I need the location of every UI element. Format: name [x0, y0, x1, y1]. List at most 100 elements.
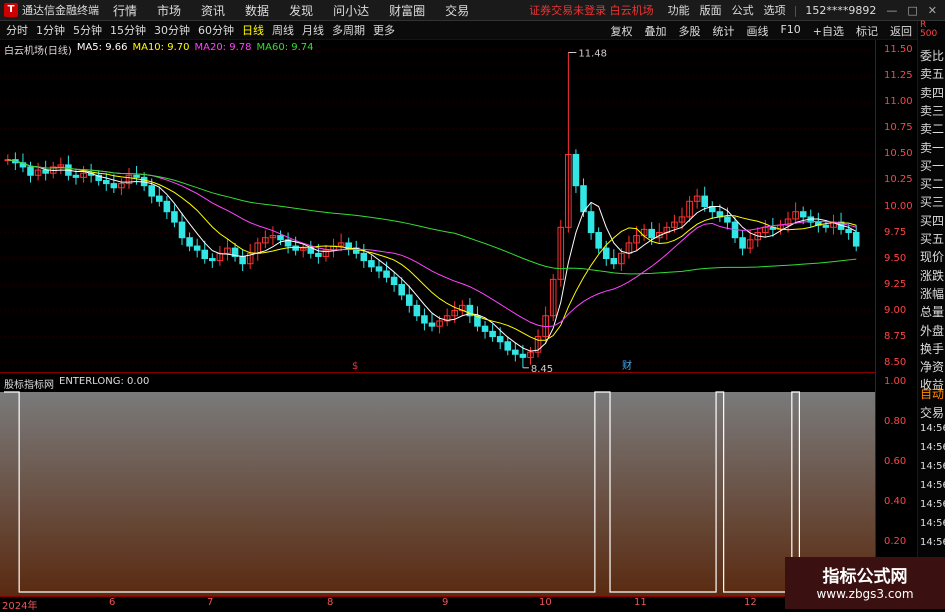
period-tab-2[interactable]: 5分钟	[73, 22, 102, 38]
side-label-8: 买三	[920, 195, 945, 210]
main-menu-item-6[interactable]: 财富圈	[389, 4, 425, 18]
date-tick-6: 11	[634, 597, 647, 608]
main-menu-item-2[interactable]: 资讯	[201, 4, 225, 18]
side-label-7: 买二	[920, 177, 945, 192]
candle-body	[580, 185, 587, 213]
period-tab-6[interactable]: 日线	[242, 22, 264, 38]
candle-body	[481, 325, 489, 332]
side-label-11: 现价	[920, 250, 945, 265]
toolbar-button-2[interactable]: 多股	[675, 22, 703, 40]
price-tick-1: 11.25	[884, 70, 913, 82]
candle-body	[148, 185, 156, 197]
main-menu-item-1[interactable]: 市场	[157, 4, 181, 18]
period-tab-10[interactable]: 更多	[373, 22, 395, 38]
candle-body	[72, 174, 80, 178]
candle-body	[360, 252, 368, 262]
side-lower-label-6: 14:56	[920, 499, 945, 510]
candle-body	[368, 260, 375, 268]
period-tab-0[interactable]: 分时	[6, 22, 28, 38]
candle-body	[27, 166, 34, 176]
enterlong-indicator[interactable]	[0, 374, 875, 596]
toolbar-button-1[interactable]: 叠加	[641, 22, 669, 40]
toolbar-button-0[interactable]: 复权	[607, 22, 635, 40]
maximize-icon[interactable]: □	[907, 4, 917, 17]
side-label-17: 净资	[920, 360, 945, 375]
toolbar-button-5[interactable]: F10	[777, 22, 803, 40]
legend-ma60: MA60: 9.74	[256, 42, 314, 53]
period-toolbar: 分时 1分钟 5分钟 15分钟 30分钟 60分钟 日线 周线 月线 多周期 更多 复权 叠加 多股 统计…	[0, 21, 917, 40]
candle-body	[595, 232, 602, 249]
candle-body	[239, 255, 246, 265]
event-marker-2: 财	[622, 359, 632, 372]
candle-body	[171, 211, 178, 223]
price-tick-7: 9.75	[884, 226, 907, 238]
side-lower-label-0[interactable]: 自动	[920, 385, 944, 402]
price-tick-3: 10.75	[884, 122, 913, 134]
sub-legend-value: ENTERLONG: 0.00	[59, 376, 150, 387]
period-tab-4[interactable]: 30分钟	[154, 22, 190, 38]
app-logo-icon: T	[4, 3, 18, 17]
price-tick-6: 10.00	[884, 200, 913, 212]
side-label-14: 总量	[920, 305, 945, 320]
title-bar: T 通达信金融终端 行情 市场 资讯 数据 发现 问小达 财富圈 交易 证券交易未登录 白云机…	[0, 0, 945, 21]
candle-body	[587, 211, 595, 234]
legend-ma20: MA20: 9.78	[194, 42, 252, 53]
legend-ma10: MA10: 9.70	[132, 42, 190, 53]
right-menu-item-0[interactable]: 功能	[668, 2, 690, 18]
close-icon[interactable]: ✕	[928, 4, 937, 17]
period-tab-1[interactable]: 1分钟	[36, 22, 65, 38]
candle-body	[739, 237, 746, 249]
period-tab-3[interactable]: 15分钟	[110, 22, 146, 38]
ma20-line	[7, 159, 857, 328]
candle-body	[133, 174, 140, 178]
candle-body	[178, 221, 186, 239]
candle-body	[405, 294, 413, 306]
candle-body	[193, 245, 201, 251]
main-chart[interactable]: 11.48 8.45 $ 财 白云机场(日线) MA5: 9.66 MA10: 9.7…	[0, 40, 875, 375]
side-lower-label-5: 14:56	[920, 480, 945, 491]
main-menu-item-7[interactable]: 交易	[445, 4, 469, 18]
right-menu-item-2[interactable]: 公式	[732, 2, 754, 18]
price-tick-9: 9.25	[884, 278, 907, 290]
candle-body	[724, 216, 731, 223]
toolbar-button-7[interactable]: 标记	[853, 22, 881, 40]
period-tab-5[interactable]: 60分钟	[198, 22, 234, 38]
candle-body	[110, 183, 118, 189]
side-label-9: 买四	[920, 213, 945, 228]
toolbar-button-8[interactable]: 返回	[887, 22, 915, 40]
side-label-15: 外盘	[920, 323, 945, 338]
date-tick-0: 2024年	[2, 601, 38, 612]
right-menu-item-3[interactable]: 选项	[764, 2, 786, 18]
candle-body	[375, 266, 383, 272]
candle-body	[610, 258, 618, 265]
side-label-4: 卖二	[920, 122, 945, 137]
account-label[interactable]: 152****9892	[805, 4, 876, 17]
candle-body	[489, 330, 496, 338]
login-warning[interactable]: 证券交易未登录 白云机场	[529, 2, 654, 18]
side-label-13: 涨幅	[920, 286, 945, 301]
right-menu-item-1[interactable]: 版面	[700, 2, 722, 18]
candle-body	[648, 228, 655, 239]
indicator-chart[interactable]: 股标指标网 ENTERLONG: 0.00	[0, 374, 875, 596]
period-tab-8[interactable]: 月线	[302, 22, 324, 38]
toolbar-button-6[interactable]: +自选	[810, 22, 847, 40]
period-tab-7[interactable]: 周线	[272, 22, 294, 38]
toolbar-button-3[interactable]: 统计	[709, 22, 737, 40]
sub-legend: 股标指标网 ENTERLONG: 0.00	[4, 376, 149, 391]
main-menu-item-5[interactable]: 问小达	[333, 4, 369, 18]
candle-body	[822, 224, 830, 228]
toolbar-button-4[interactable]: 画线	[743, 22, 771, 40]
candlestick-chart[interactable]: 11.48 8.45 $ 财	[0, 40, 875, 375]
minimize-icon[interactable]: —	[886, 4, 897, 17]
main-menu-item-0[interactable]: 行情	[113, 4, 137, 18]
candle-body	[42, 169, 49, 174]
candle-body	[519, 353, 527, 358]
price-tick-5: 10.25	[884, 174, 913, 186]
main-menu-item-3[interactable]: 数据	[245, 4, 269, 18]
candle-body	[186, 237, 193, 247]
period-tab-9[interactable]: 多周期	[332, 22, 365, 38]
candle-body	[845, 228, 852, 234]
indicator-tick-3: 0.40	[884, 496, 907, 507]
side-lower-label-3: 14:56	[920, 442, 945, 453]
main-menu-item-4[interactable]: 发现	[289, 4, 313, 18]
